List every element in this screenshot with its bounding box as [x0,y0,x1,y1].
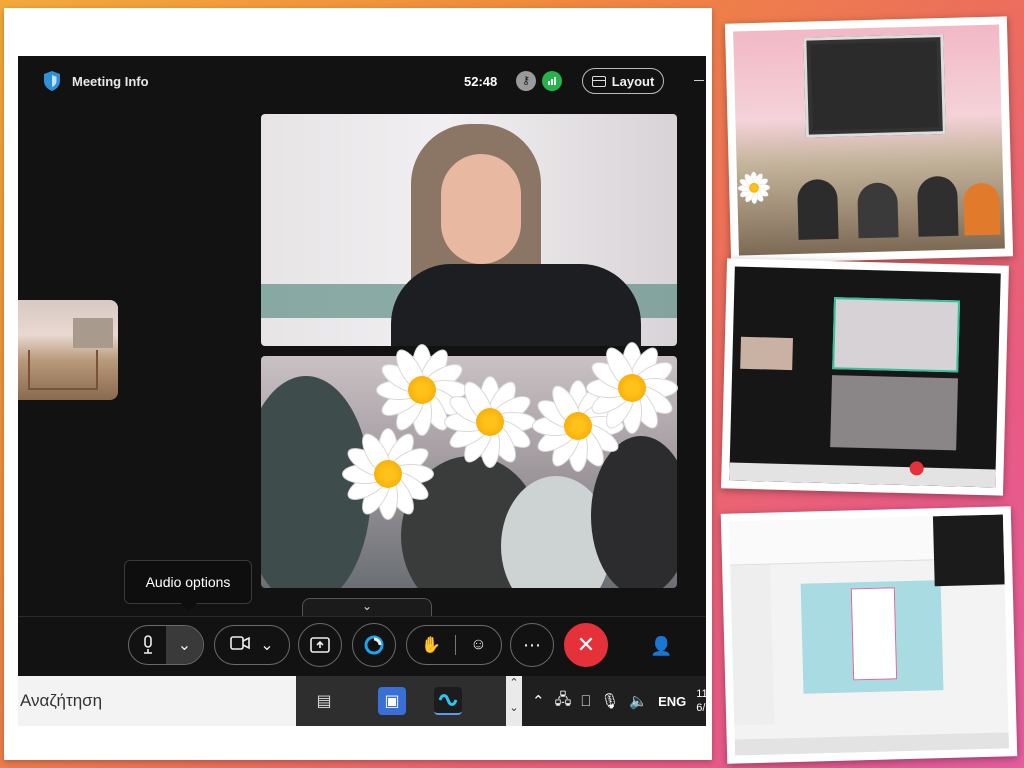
more-icon: ⋯ [523,634,541,655]
daisy-sticker [584,340,680,436]
powerpoint-mini-screen [728,514,1010,756]
daisy-sticker [737,171,771,205]
windows-taskbar: Αναζήτηση ▤ ▣ ⌃ ⌄ ⌃ 🖧 ⎕ 🎙 🔈 ENG 11 6/ [18,676,706,726]
mini-teacher-tile [832,297,961,373]
webex-mini-screen [729,266,1001,488]
chevron-up-icon[interactable]: ⌃ [532,692,545,710]
meeting-top-bar: Meeting Info 52:48 ⚷ Layout [18,56,706,108]
minimize-icon[interactable] [694,80,704,81]
shield-icon[interactable] [42,70,62,92]
photo-powerpoint-screenshot [720,506,1018,764]
divider [455,635,457,655]
daisy-center [408,376,436,404]
mini-webex-overlay [932,514,1005,587]
task-view-icon[interactable]: ▤ [310,687,338,715]
microphone-icon[interactable] [129,626,166,664]
taskbar-clock[interactable]: 11 6/ [696,687,706,715]
photos-app-icon[interactable]: ▣ [378,687,406,715]
mini-children-tile [830,375,958,451]
camera-tray-icon[interactable]: ⎕ [581,693,590,710]
webex-app-button[interactable] [352,623,396,667]
video-button[interactable]: ⌄ [214,625,290,665]
daisy-sticker [442,374,538,470]
webex-taskbar-icon[interactable] [434,687,462,715]
reactions-button[interactable]: ✋ ☺ [406,625,502,665]
taskbar-apps: ▤ ▣ [296,676,506,726]
audio-button[interactable]: ⌄ [128,625,204,665]
network-icon[interactable]: 🖧 [555,689,572,714]
daisy-sticker [340,426,436,522]
shelf-shape [73,318,113,348]
leave-button[interactable]: ✕ [564,623,608,667]
video-tile-classroom[interactable] [18,300,118,400]
language-indicator[interactable]: ENG [658,694,686,709]
chevron-down-icon[interactable]: ⌄ [166,626,203,664]
leave-icon: ✕ [576,632,596,657]
microphone-tray-icon[interactable]: 🎙 [600,692,619,710]
expand-panel-tab[interactable]: ⌄ [302,598,432,616]
main-photo-card: Meeting Info 52:48 ⚷ Layout ⌄ Audio opti… [4,8,712,760]
share-icon [310,637,330,653]
taskbar-scroll[interactable]: ⌃ ⌄ [506,676,522,726]
tooltip-label: Audio options [145,574,231,590]
mini-slide-panel [730,564,775,726]
camera-icon [230,635,251,655]
taskbar-search[interactable]: Αναζήτηση [18,676,296,726]
photo-classroom-projector [724,16,1014,264]
child-silhouette [916,175,959,237]
signal-icon[interactable] [542,71,562,91]
mini-classroom-tile [740,336,793,371]
child-silhouette [963,182,1001,236]
clock-date: 6/ [696,702,706,714]
audio-options-tooltip: Audio options [124,560,252,611]
mini-slide [800,580,944,694]
teacher-face [441,154,521,264]
chevron-down-icon: ⌄ [260,637,274,654]
lock-icon[interactable]: ⚷ [516,71,536,91]
daisy-center [476,408,504,436]
chairs-shape [28,350,98,390]
mini-slide-card [850,587,898,681]
layout-button[interactable]: Layout [582,68,664,94]
participants-icon[interactable]: 👤 [650,636,672,657]
mini-taskbar [729,462,996,488]
daisy-center [618,374,646,402]
raise-hand-icon: ✋ [421,637,442,654]
meeting-timer: 52:48 [464,74,498,89]
meeting-info-link[interactable]: Meeting Info [72,74,149,89]
system-tray: ⌃ 🖧 ⎕ 🎙 🔈 ENG 11 6/ [522,676,706,726]
daisy-center [374,460,402,488]
webex-app-icon [364,635,384,655]
photo-webex-screenshot [721,258,1009,496]
child-silhouette [797,178,839,240]
layout-button-label: Layout [611,73,655,89]
volume-icon[interactable]: 🔈 [629,692,648,710]
layout-icon [591,75,606,87]
meeting-control-bar: ⌄ ⌄ ✋ ☺ ⋯ ✕ [18,616,706,676]
child-silhouette [857,182,899,239]
webex-meeting-window: Meeting Info 52:48 ⚷ Layout ⌄ Audio opti… [18,56,706,726]
share-button[interactable] [298,623,342,667]
projector-screen [803,34,946,138]
clock-time: 11 [696,688,706,700]
reaction-icon: ☺ [470,636,487,653]
classroom-photo [733,24,1005,256]
mini-taskbar [734,732,1010,756]
more-button[interactable]: ⋯ [510,623,554,667]
video-tile-teacher[interactable] [261,114,677,346]
teacher-body [391,264,641,346]
